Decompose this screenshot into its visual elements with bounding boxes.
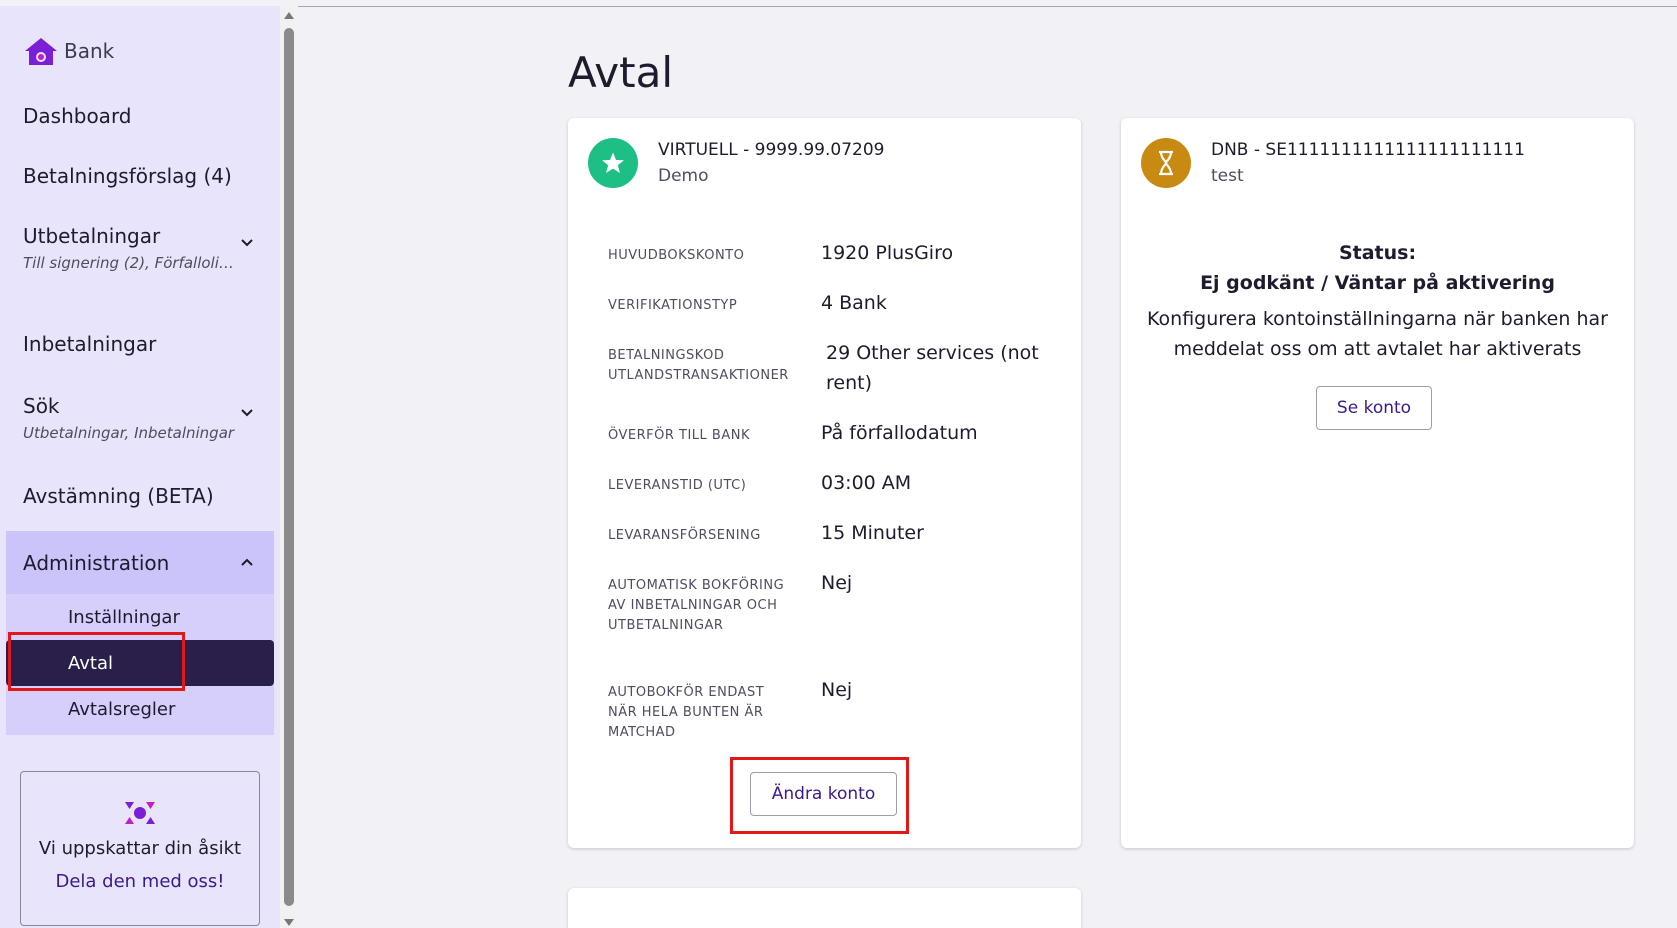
agreement-card-dnb: DNB - SE1111111111111111111111 test Stat… (1121, 118, 1634, 848)
sidebar-item-dashboard[interactable]: Dashboard (6, 104, 274, 128)
sidebar-subitem-label: Inställningar (68, 606, 180, 628)
feedback-text: Vi uppskattar din åsikt (38, 838, 242, 859)
field-label: VERIFIKATIONSTYP (608, 298, 738, 313)
field-value: Nej (821, 572, 853, 594)
field-value: 15 Minuter (821, 522, 924, 544)
sidebar-item-label: Betalningsförslag (4) (23, 164, 232, 188)
chevron-down-icon (241, 239, 253, 247)
sidebar: Bank Dashboard Betalningsförslag (4) Utb… (0, 6, 280, 928)
field-label: AUTOMATISK BOKFÖRING AV INBETALNINGAR OC… (608, 578, 785, 633)
agreement-card-virtuell: VIRTUELL - 9999.99.07209 Demo HUVUDBOKSK… (568, 118, 1081, 848)
sidebar-item-label: Avstämning (BETA) (23, 484, 214, 508)
sidebar-item-administration[interactable]: Administration (6, 531, 274, 594)
field-label: HUVUDBOKSKONTO (608, 248, 745, 263)
page-title: Avtal (568, 48, 673, 97)
sidebar-item-label: Dashboard (23, 104, 132, 128)
sidebar-item-betalningsforslag[interactable]: Betalningsförslag (4) (6, 164, 274, 188)
scroll-down-arrow-icon[interactable] (284, 919, 294, 926)
field-label: AUTOBOKFÖR ENDAST NÄR HELA BUNTEN ÄR MAT… (608, 685, 765, 740)
sidebar-item-utbetalningar[interactable]: Utbetalningar Till signering (2), Förfal… (6, 224, 274, 272)
field-value: 03:00 AM (821, 472, 912, 494)
highlight-box (730, 757, 909, 834)
sidebar-subitem-avtalsregler[interactable]: Avtalsregler (6, 686, 274, 732)
sidebar-item-label: Administration (23, 550, 170, 575)
status-label: Status: (1338, 242, 1417, 264)
account-title: VIRTUELL - 9999.99.07209 (658, 140, 885, 160)
field-label: ÖVERFÖR TILL BANK (608, 428, 750, 443)
sidebar-item-label: Sök (23, 394, 60, 418)
sidebar-item-label: Utbetalningar (23, 224, 161, 248)
sidebar-item-avstamning[interactable]: Avstämning (BETA) (6, 484, 274, 508)
account-title: DNB - SE1111111111111111111111 (1211, 140, 1525, 160)
brand-label: Bank (64, 39, 115, 63)
feedback-card: Vi uppskattar din åsikt Dela den med oss… (20, 771, 260, 926)
status-message: Konfigurera kontoinställningarna när ban… (1147, 308, 1608, 360)
sidebar-scrollbar[interactable] (280, 6, 298, 928)
sidebar-item-label: Inbetalningar (23, 332, 157, 356)
agreement-card-partial (568, 888, 1081, 928)
chevron-up-icon (241, 558, 253, 566)
feedback-link[interactable]: Dela den med oss! (21, 871, 259, 892)
sidebar-item-sok[interactable]: Sök Utbetalningar, Inbetalningar (6, 394, 274, 442)
status-value: Ej godkänt / Väntar på aktivering (1200, 272, 1555, 294)
sidebar-item-inbetalningar[interactable]: Inbetalningar (6, 332, 274, 356)
account-subtitle: Demo (658, 166, 709, 186)
feedback-logo-icon (125, 802, 155, 824)
scroll-thumb[interactable] (284, 28, 294, 906)
sidebar-item-sublabel: Till signering (2), Förfallolist... (23, 254, 238, 272)
field-label: LEVARANSFÖRSENING (608, 528, 761, 543)
top-divider (298, 6, 1677, 7)
scroll-up-arrow-icon[interactable] (284, 12, 294, 19)
field-value: På förfallodatum (821, 422, 978, 444)
hourglass-icon (1141, 138, 1191, 188)
field-value: Nej (821, 679, 853, 701)
chevron-down-icon (241, 409, 253, 417)
sidebar-subitem-label: Avtalsregler (68, 698, 176, 720)
se-konto-button[interactable]: Se konto (1316, 386, 1432, 430)
brand-logo[interactable]: Bank (24, 36, 114, 66)
sidebar-item-sublabel: Utbetalningar, Inbetalningar (23, 424, 235, 442)
field-label: BETALNINGSKOD UTLANDSTRANSAKTIONER (608, 348, 789, 383)
star-icon (588, 138, 638, 188)
account-subtitle: test (1211, 166, 1244, 186)
highlight-box (8, 632, 185, 691)
field-label: LEVERANSTID (UTC) (608, 478, 747, 493)
field-value: 1920 PlusGiro (821, 242, 954, 264)
home-icon (25, 38, 57, 65)
field-value: 4 Bank (821, 292, 887, 314)
field-value: 29 Other services (not rent) (826, 342, 1039, 394)
